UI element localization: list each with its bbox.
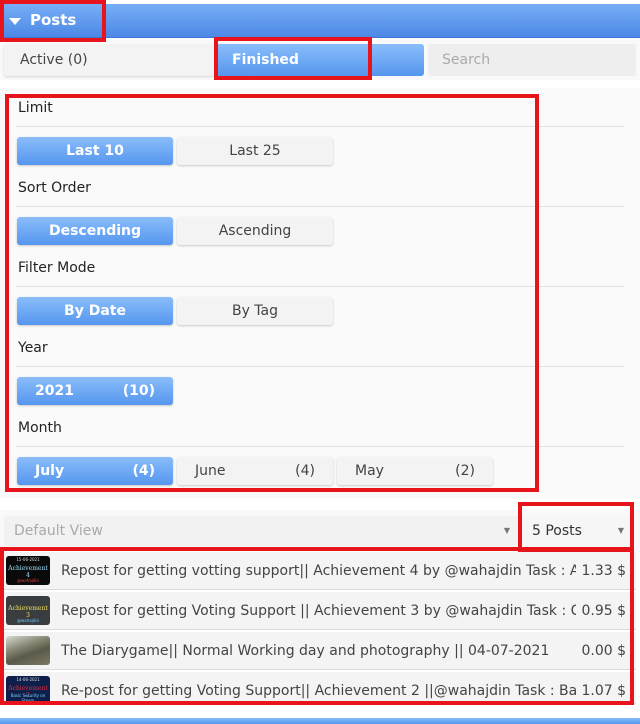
- post-title[interactable]: Repost for getting Voting Support || Ach…: [61, 592, 576, 630]
- tab-active[interactable]: Active (0): [4, 44, 214, 76]
- post-payout: 1.07 $: [581, 683, 626, 699]
- view-bar: Default View ▼ 5 Posts ▼: [0, 510, 640, 550]
- post-title[interactable]: The Diarygame|| Normal Working day and p…: [61, 632, 576, 670]
- year-label: Year: [18, 340, 48, 356]
- post-thumbnail: 15-06-2021 Achievement 4 @wahajdin: [6, 556, 50, 585]
- post-thumbnail: 14-06-2021 Achievement 2 Basic Security …: [6, 676, 50, 703]
- month-label: Month: [18, 420, 62, 436]
- post-title[interactable]: Re-post for getting Voting Support|| Ach…: [61, 672, 576, 703]
- post-count-value: 5 Posts: [532, 523, 582, 539]
- month-may-button[interactable]: May (2): [337, 457, 493, 485]
- month-name: June: [195, 463, 226, 479]
- search-input[interactable]: [428, 44, 636, 76]
- post-payout: 1.33 $: [581, 563, 626, 579]
- next-section-header[interactable]: [0, 718, 640, 724]
- triangle-down-icon: [9, 18, 21, 25]
- posts-section-header[interactable]: Posts: [0, 4, 640, 38]
- sort-ascending-button[interactable]: Ascending: [177, 217, 333, 245]
- limit-label: Limit: [18, 100, 53, 116]
- post-payout: 0.95 $: [581, 603, 626, 619]
- post-row[interactable]: 15-06-2021 Achievement 4 @wahajdin Repos…: [4, 552, 636, 590]
- post-row[interactable]: 14-06-2021 Achievement 2 Basic Security …: [4, 672, 636, 704]
- dropdown-arrow-icon: ▼: [617, 526, 624, 535]
- month-count: (4): [295, 463, 315, 479]
- divider: [16, 126, 624, 127]
- divider: [16, 206, 624, 207]
- post-count-select[interactable]: 5 Posts ▼: [522, 516, 634, 546]
- post-thumbnail: [6, 636, 50, 665]
- view-select-value: Default View: [14, 523, 103, 539]
- divider: [16, 446, 624, 447]
- limit-last-10-button[interactable]: Last 10: [17, 137, 173, 165]
- post-tabs: Active (0) Finished: [0, 40, 640, 80]
- month-name: July: [35, 463, 65, 479]
- section-title: Posts: [30, 11, 77, 29]
- year-name: 2021: [35, 383, 74, 399]
- view-select[interactable]: Default View ▼: [4, 516, 520, 546]
- sort-descending-button[interactable]: Descending: [17, 217, 173, 245]
- month-name: May: [355, 463, 384, 479]
- year-2021-button[interactable]: 2021 (10): [17, 377, 173, 405]
- month-june-button[interactable]: June (4): [177, 457, 333, 485]
- filter-by-tag-button[interactable]: By Tag: [177, 297, 333, 325]
- filter-mode-label: Filter Mode: [18, 260, 96, 276]
- tab-finished[interactable]: Finished: [216, 44, 424, 76]
- filter-by-date-button[interactable]: By Date: [17, 297, 173, 325]
- dropdown-arrow-icon: ▼: [503, 526, 510, 535]
- sort-order-label: Sort Order: [18, 180, 91, 196]
- month-july-button[interactable]: July (4): [17, 457, 173, 485]
- post-row[interactable]: Achievement 3 @wahajdin Repost for getti…: [4, 592, 636, 630]
- filter-panel: Limit Last 10 Last 25 Sort Order Descend…: [0, 88, 640, 498]
- month-count: (4): [132, 463, 155, 479]
- divider: [16, 286, 624, 287]
- post-thumbnail: Achievement 3 @wahajdin: [6, 596, 50, 625]
- divider: [16, 366, 624, 367]
- post-title[interactable]: Repost for getting votting support|| Ach…: [61, 552, 576, 590]
- year-count: (10): [122, 383, 155, 399]
- post-row[interactable]: The Diarygame|| Normal Working day and p…: [4, 632, 636, 670]
- month-count: (2): [455, 463, 475, 479]
- post-payout: 0.00 $: [581, 643, 626, 659]
- limit-last-25-button[interactable]: Last 25: [177, 137, 333, 165]
